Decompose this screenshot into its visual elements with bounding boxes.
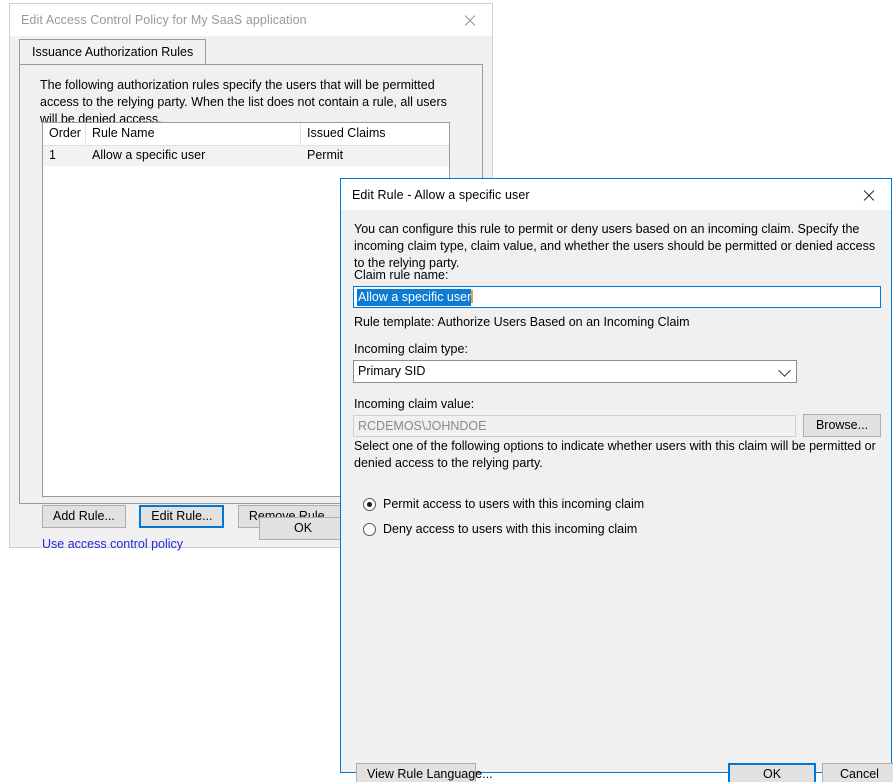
edit-rule-ok-button[interactable]: OK: [728, 763, 816, 782]
screen: Edit Access Control Policy for My SaaS a…: [0, 0, 893, 782]
close-icon: [463, 14, 476, 27]
rule-template-label: Rule template: Authorize Users Based on …: [354, 315, 690, 329]
incoming-claim-value-label: Incoming claim value:: [354, 397, 475, 411]
incoming-claim-type-select[interactable]: Primary SID: [353, 360, 797, 383]
edit-rule-description: You can configure this rule to permit or…: [354, 222, 876, 270]
background-dialog-title: Edit Access Control Policy for My SaaS a…: [21, 13, 307, 27]
text-caret: [471, 290, 474, 303]
close-button[interactable]: [447, 5, 492, 36]
chevron-down-icon: [778, 361, 791, 382]
radio-button-deny-icon: [363, 522, 376, 536]
cell-order: 1: [49, 148, 56, 162]
claim-rule-name-label: Claim rule name:: [354, 268, 449, 282]
cell-rule-name: Allow a specific user: [92, 148, 206, 162]
incoming-claim-type-value: Primary SID: [358, 364, 426, 378]
incoming-claim-value-text: RCDEMOS\JOHNDOE: [358, 419, 487, 433]
column-header-issued-claims[interactable]: Issued Claims: [301, 123, 449, 145]
close-button[interactable]: [846, 180, 891, 211]
edit-rule-dialog: Edit Rule - Allow a specific user You ca…: [340, 178, 893, 782]
browse-button[interactable]: Browse...: [803, 414, 881, 437]
options-instruction: Select one of the following options to i…: [354, 439, 876, 470]
claim-rule-name-value: Allow a specific user: [357, 289, 472, 306]
authorization-rules-description: The following authorization rules specif…: [40, 78, 447, 126]
radio-deny-label: Deny access to users with this incoming …: [383, 522, 638, 536]
background-ok-button[interactable]: OK: [259, 517, 347, 540]
cell-issued-claims: Permit: [307, 148, 344, 162]
background-dialog-titlebar: Edit Access Control Policy for My SaaS a…: [10, 4, 492, 36]
table-row[interactable]: 1 Allow a specific user Permit: [43, 146, 449, 166]
radio-permit-access[interactable]: Permit access to users with this incomin…: [363, 497, 644, 511]
tab-issuance-authorization-rules[interactable]: Issuance Authorization Rules: [19, 39, 207, 65]
close-icon: [862, 189, 875, 202]
edit-rule-cancel-button[interactable]: Cancel: [822, 763, 893, 782]
claim-rule-name-input[interactable]: Allow a specific user: [353, 286, 881, 308]
edit-rule-title: Edit Rule - Allow a specific user: [352, 188, 530, 202]
radio-deny-access[interactable]: Deny access to users with this incoming …: [363, 522, 637, 536]
column-header-order[interactable]: Order: [43, 123, 86, 145]
view-rule-language-button[interactable]: View Rule Language...: [356, 763, 493, 782]
tabstrip: Issuance Authorization Rules: [19, 39, 483, 65]
incoming-claim-type-label: Incoming claim type:: [354, 342, 468, 356]
radio-button-permit-icon: [363, 497, 376, 511]
radio-permit-label: Permit access to users with this incomin…: [383, 497, 645, 511]
incoming-claim-value-input[interactable]: RCDEMOS\JOHNDOE: [353, 415, 796, 437]
edit-rule-body: You can configure this rule to permit or…: [341, 210, 893, 782]
edit-rule-titlebar: Edit Rule - Allow a specific user: [341, 179, 891, 211]
column-header-rule-name[interactable]: Rule Name: [86, 123, 301, 145]
list-header: Order Rule Name Issued Claims: [43, 123, 449, 146]
tab-label: Issuance Authorization Rules: [32, 45, 194, 59]
